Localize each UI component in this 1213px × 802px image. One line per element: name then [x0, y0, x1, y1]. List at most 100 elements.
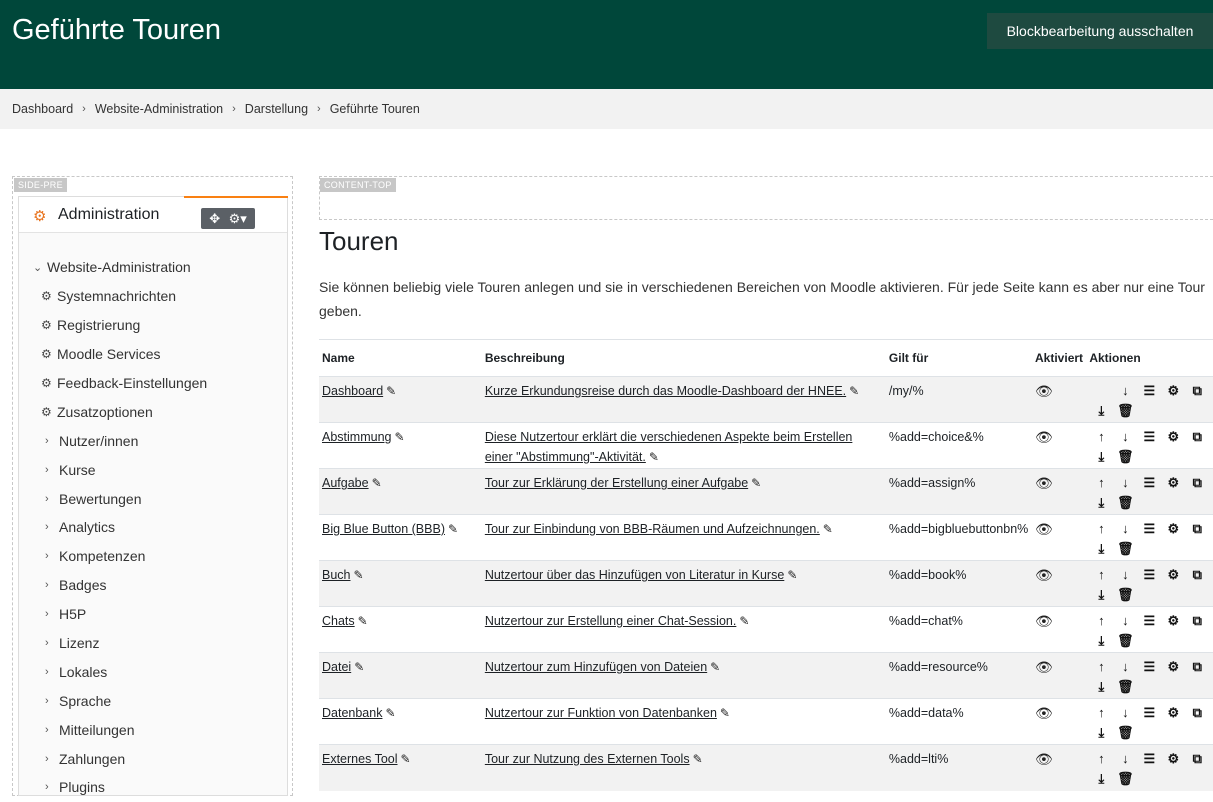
trash-icon[interactable]: 🗑	[1113, 677, 1137, 697]
gear-icon[interactable]: ⚙	[1161, 381, 1185, 401]
arrow-up-icon[interactable]: ↑	[1089, 565, 1113, 585]
arrow-down-icon[interactable]: ↓	[1113, 611, 1137, 631]
breadcrumb-site-admin[interactable]: Website-Administration	[95, 102, 223, 116]
tree-item[interactable]: › Zahlungen	[19, 744, 287, 773]
pencil-icon[interactable]: ✎	[354, 657, 364, 677]
tree-item[interactable]: ⚙ Zusatzoptionen	[19, 397, 287, 426]
eye-icon[interactable]: 👁	[1035, 613, 1053, 629]
copy-icon[interactable]: ⧉	[1185, 519, 1209, 539]
eye-icon[interactable]: 👁	[1035, 521, 1053, 537]
arrow-down-icon[interactable]: ↓	[1113, 749, 1137, 769]
list-icon[interactable]: ☰	[1137, 565, 1161, 585]
pencil-icon[interactable]: ✎	[649, 447, 659, 467]
list-icon[interactable]: ☰	[1137, 427, 1161, 447]
eye-icon[interactable]: 👁	[1035, 429, 1053, 445]
trash-icon[interactable]: 🗑	[1113, 401, 1137, 421]
toggle-block-editing-button[interactable]: Blockbearbeitung ausschalten	[987, 13, 1213, 49]
pencil-icon[interactable]: ✎	[358, 611, 368, 631]
copy-icon[interactable]: ⧉	[1185, 565, 1209, 585]
tree-item[interactable]: › Analytics	[19, 513, 287, 542]
arrow-down-icon[interactable]: ↓	[1113, 565, 1137, 585]
download-icon[interactable]: ⤓	[1089, 769, 1113, 789]
tree-item[interactable]: › Mitteilungen	[19, 715, 287, 744]
tour-description-link[interactable]: Diese Nutzertour erklärt die verschieden…	[485, 430, 853, 464]
eye-icon[interactable]: 👁	[1035, 705, 1053, 721]
pencil-icon[interactable]: ✎	[386, 381, 396, 401]
tree-item[interactable]: › Kompetenzen	[19, 542, 287, 571]
pencil-icon[interactable]: ✎	[401, 749, 411, 769]
tour-name-link[interactable]: Datei	[322, 660, 351, 674]
tree-item[interactable]: › Bewertungen	[19, 484, 287, 513]
pencil-icon[interactable]: ✎	[372, 473, 382, 493]
breadcrumb-appearance[interactable]: Darstellung	[245, 102, 308, 116]
list-icon[interactable]: ☰	[1137, 703, 1161, 723]
tour-name-link[interactable]: Datenbank	[322, 706, 382, 720]
arrow-up-icon[interactable]: ↑	[1089, 703, 1113, 723]
tour-name-link[interactable]: Externes Tool	[322, 752, 398, 766]
copy-icon[interactable]: ⧉	[1185, 749, 1209, 769]
download-icon[interactable]: ⤓	[1089, 539, 1113, 559]
tree-item[interactable]: › Sprache	[19, 686, 287, 715]
pencil-icon[interactable]: ✎	[787, 565, 797, 585]
download-icon[interactable]: ⤓	[1089, 447, 1113, 467]
trash-icon[interactable]: 🗑	[1113, 585, 1137, 605]
gear-icon[interactable]: ⚙	[1161, 565, 1185, 585]
move-icon[interactable]: ✥	[209, 211, 220, 227]
download-icon[interactable]: ⤓	[1089, 493, 1113, 513]
pencil-icon[interactable]: ✎	[448, 519, 458, 539]
pencil-icon[interactable]: ✎	[394, 427, 404, 447]
pencil-icon[interactable]: ✎	[739, 611, 749, 631]
tour-description-link[interactable]: Tour zur Einbindung von BBB-Räumen und A…	[485, 522, 820, 536]
pencil-icon[interactable]: ✎	[693, 749, 703, 769]
tour-name-link[interactable]: Aufgabe	[322, 476, 369, 490]
list-icon[interactable]: ☰	[1137, 381, 1161, 401]
tree-item[interactable]: ⚙ Systemnachrichten	[19, 282, 287, 311]
tree-item[interactable]: ⚙ Feedback-Einstellungen	[19, 369, 287, 398]
copy-icon[interactable]: ⧉	[1185, 381, 1209, 401]
copy-icon[interactable]: ⧉	[1185, 427, 1209, 447]
list-icon[interactable]: ☰	[1137, 519, 1161, 539]
copy-icon[interactable]: ⧉	[1185, 473, 1209, 493]
tour-name-link[interactable]: Big Blue Button (BBB)	[322, 522, 445, 536]
arrow-down-icon[interactable]: ↓	[1113, 657, 1137, 677]
tree-item[interactable]: ⚙ Moodle Services	[19, 340, 287, 369]
tour-name-link[interactable]: Buch	[322, 568, 351, 582]
trash-icon[interactable]: 🗑	[1113, 493, 1137, 513]
eye-icon[interactable]: 👁	[1035, 383, 1053, 399]
pencil-icon[interactable]: ✎	[354, 565, 364, 585]
tour-description-link[interactable]: Kurze Erkundungsreise durch das Moodle-D…	[485, 384, 846, 398]
tree-item-site-admin[interactable]: ⌄ Website-Administration	[19, 253, 287, 282]
download-icon[interactable]: ⤓	[1089, 631, 1113, 651]
tree-item[interactable]: › Badges	[19, 571, 287, 600]
arrow-up-icon[interactable]: ↑	[1089, 427, 1113, 447]
arrow-up-icon[interactable]: ↑	[1089, 657, 1113, 677]
copy-icon[interactable]: ⧉	[1185, 611, 1209, 631]
tour-description-link[interactable]: Tour zur Nutzung des Externen Tools	[485, 752, 690, 766]
arrow-up-icon[interactable]: ↑	[1089, 611, 1113, 631]
tree-item[interactable]: › Lokales	[19, 657, 287, 686]
pencil-icon[interactable]: ✎	[720, 703, 730, 723]
tour-description-link[interactable]: Nutzertour zur Funktion von Datenbanken	[485, 706, 717, 720]
breadcrumb-dashboard[interactable]: Dashboard	[12, 102, 73, 116]
trash-icon[interactable]: 🗑	[1113, 539, 1137, 559]
tour-description-link[interactable]: Nutzertour über das Hinzufügen von Liter…	[485, 568, 784, 582]
tree-item[interactable]: › Lizenz	[19, 629, 287, 658]
trash-icon[interactable]: 🗑	[1113, 631, 1137, 651]
tour-name-link[interactable]: Chats	[322, 614, 355, 628]
pencil-icon[interactable]: ✎	[385, 703, 395, 723]
arrow-down-icon[interactable]: ↓	[1113, 381, 1137, 401]
gear-icon[interactable]: ⚙	[1161, 657, 1185, 677]
list-icon[interactable]: ☰	[1137, 657, 1161, 677]
arrow-down-icon[interactable]: ↓	[1113, 427, 1137, 447]
arrow-down-icon[interactable]: ↓	[1113, 519, 1137, 539]
eye-icon[interactable]: 👁	[1035, 659, 1053, 675]
trash-icon[interactable]: 🗑	[1113, 447, 1137, 467]
tour-name-link[interactable]: Abstimmung	[322, 430, 391, 444]
tree-item[interactable]: › H5P	[19, 600, 287, 629]
tree-item[interactable]: › Nutzer/innen	[19, 426, 287, 455]
gear-icon[interactable]: ⚙	[1161, 427, 1185, 447]
gear-icon[interactable]: ⚙	[1161, 611, 1185, 631]
copy-icon[interactable]: ⧉	[1185, 703, 1209, 723]
eye-icon[interactable]: 👁	[1035, 475, 1053, 491]
download-icon[interactable]: ⤓	[1089, 585, 1113, 605]
